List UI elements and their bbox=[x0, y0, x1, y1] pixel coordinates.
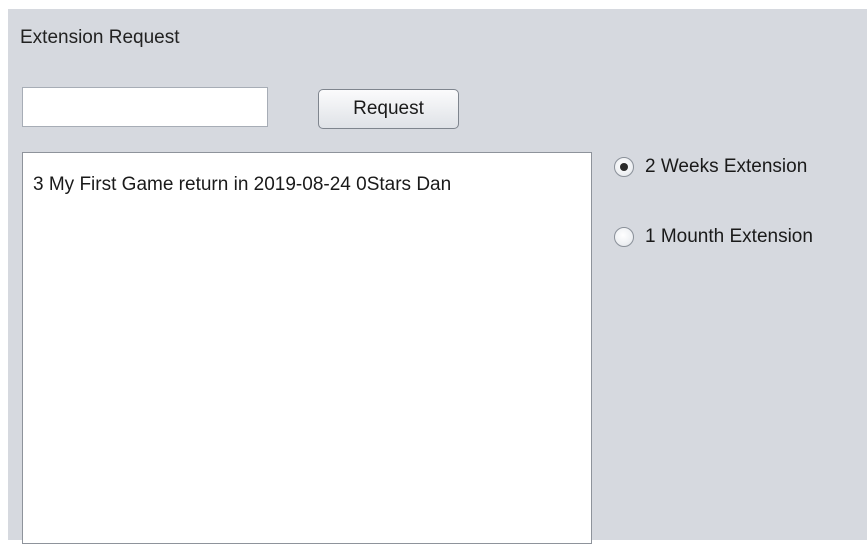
radio-selected-icon[interactable] bbox=[614, 157, 634, 177]
request-button[interactable]: Request bbox=[318, 89, 459, 129]
list-item[interactable]: 3 My First Game return in 2019-08-24 0St… bbox=[33, 174, 451, 196]
radio-label-1-mounth: 1 Mounth Extension bbox=[645, 226, 813, 247]
radio-1-mounth-extension[interactable]: 1 Mounth Extension bbox=[614, 226, 813, 248]
radio-unselected-icon[interactable] bbox=[614, 227, 634, 247]
request-input[interactable] bbox=[22, 87, 268, 127]
request-list[interactable]: 3 My First Game return in 2019-08-24 0St… bbox=[22, 152, 592, 544]
page-title: Extension Request bbox=[20, 27, 180, 48]
main-panel: Extension Request Request 3 My First Gam… bbox=[8, 9, 867, 544]
radio-2-weeks-extension[interactable]: 2 Weeks Extension bbox=[614, 156, 807, 178]
radio-label-2-weeks: 2 Weeks Extension bbox=[645, 156, 808, 177]
radio-dot-icon bbox=[620, 163, 628, 171]
